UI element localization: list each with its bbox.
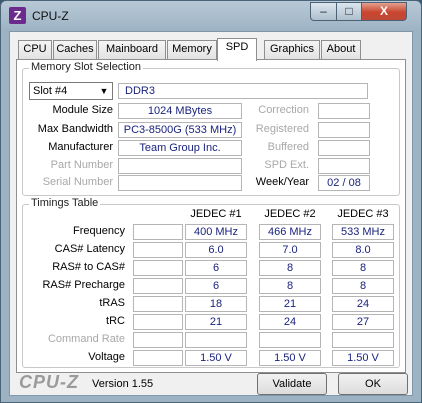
timing-blank-cell — [133, 278, 183, 294]
timing-value-cell — [185, 332, 247, 348]
timing-value-cell: 24 — [332, 296, 394, 312]
week-year-label: Week/Year — [255, 176, 309, 188]
registered-value — [318, 122, 370, 138]
timing-value-cell: 18 — [185, 296, 247, 312]
validate-button[interactable]: Validate — [257, 373, 327, 395]
timing-value-cell: 8.0 — [332, 242, 394, 258]
memory-slot-legend: Memory Slot Selection — [29, 61, 144, 73]
timing-value-cell: 7.0 — [259, 242, 321, 258]
timings-legend: Timings Table — [29, 197, 101, 209]
timing-value-cell: 6 — [185, 278, 247, 294]
buffered-value — [318, 140, 370, 156]
registered-label: Registered — [255, 123, 309, 135]
part-number-label: Part Number — [50, 159, 113, 171]
timing-value-cell: 466 MHz — [259, 224, 321, 240]
column-header: JEDEC #3 — [337, 208, 389, 220]
timing-blank-cell — [133, 260, 183, 276]
max-bandwidth-label: Max Bandwidth — [37, 123, 113, 135]
timing-blank-cell — [133, 224, 183, 240]
version-label: Version 1.55 — [92, 378, 154, 390]
spd-ext-value — [318, 158, 370, 174]
module-size-value: 1024 MBytes — [118, 103, 242, 119]
serial-number-value — [118, 175, 242, 191]
tab-cpu[interactable]: CPU — [18, 40, 52, 59]
timing-blank-cell — [133, 296, 183, 312]
timing-row-label: RAS# Precharge — [42, 279, 125, 291]
column-header: JEDEC #1 — [190, 208, 242, 220]
tab-memory[interactable]: Memory — [167, 40, 217, 59]
timing-blank-cell — [133, 332, 183, 348]
correction-label: Correction — [258, 104, 309, 116]
timing-value-cell: 533 MHz — [332, 224, 394, 240]
timing-value-cell: 8 — [259, 278, 321, 294]
slot-select-value: Slot #4 — [33, 85, 68, 97]
max-bandwidth-value: PC3-8500G (533 MHz) — [118, 122, 242, 138]
part-number-value — [118, 158, 242, 174]
cpuz-logo: CPU-Z — [19, 372, 79, 392]
timing-value-cell: 8 — [332, 260, 394, 276]
tab-mainboard[interactable]: Mainboard — [98, 40, 166, 59]
spd-ext-label: SPD Ext. — [264, 159, 309, 171]
memory-slot-group: Memory Slot Selection Slot #4 ▼ DDR3 Mod… — [22, 61, 400, 196]
maximize-button[interactable]: □ — [336, 2, 362, 21]
timing-row-label: Voltage — [88, 351, 125, 363]
timing-value-cell: 8 — [332, 278, 394, 294]
slot-select[interactable]: Slot #4 ▼ — [29, 82, 113, 100]
timing-row-label: Command Rate — [47, 333, 125, 345]
timing-value-cell — [259, 332, 321, 348]
cpuz-window: Z CPU-Z – □ X CPU Caches Mainboard Memor… — [0, 0, 422, 403]
title-bar[interactable]: Z CPU-Z – □ X — [1, 1, 421, 31]
timing-row-label: tRAS — [99, 297, 125, 309]
window-title: CPU-Z — [32, 9, 69, 23]
timing-row-label: RAS# to CAS# — [52, 261, 125, 273]
timing-row-label: tRC — [106, 315, 125, 327]
tab-about[interactable]: About — [321, 40, 361, 59]
timings-group: Timings Table JEDEC #1 JEDEC #2 JEDEC #3… — [22, 197, 400, 368]
timing-value-cell: 27 — [332, 314, 394, 330]
timing-value-cell: 21 — [259, 296, 321, 312]
timing-value-cell: 6.0 — [185, 242, 247, 258]
timing-blank-cell — [133, 242, 183, 258]
week-year-value: 02 / 08 — [318, 175, 370, 191]
tab-spd[interactable]: SPD — [217, 38, 257, 61]
cpuz-app-icon: Z — [9, 7, 26, 24]
tab-caches[interactable]: Caches — [53, 40, 97, 59]
client-area: CPU Caches Mainboard Memory SPD Graphics… — [9, 31, 413, 396]
memory-type-field — [118, 83, 368, 99]
serial-number-label: Serial Number — [42, 176, 113, 188]
module-size-label: Module Size — [52, 104, 113, 116]
timing-blank-cell — [133, 314, 183, 330]
timing-value-cell: 8 — [259, 260, 321, 276]
manufacturer-value: Team Group Inc. — [118, 140, 242, 156]
timing-value-cell: 400 MHz — [185, 224, 247, 240]
timing-value-cell: 6 — [185, 260, 247, 276]
spd-panel: Memory Slot Selection Slot #4 ▼ DDR3 Mod… — [16, 59, 406, 373]
timing-row-label: CAS# Latency — [54, 243, 125, 255]
close-button[interactable]: X — [361, 2, 407, 21]
timing-row-label: Frequency — [73, 225, 125, 237]
timing-value-cell — [332, 332, 394, 348]
timing-value-cell: 1.50 V — [259, 350, 321, 366]
minimize-button[interactable]: – — [310, 2, 337, 21]
manufacturer-label: Manufacturer — [48, 141, 113, 153]
ok-button[interactable]: OK — [338, 373, 408, 395]
timing-value-cell: 1.50 V — [185, 350, 247, 366]
chevron-down-icon[interactable]: ▼ — [96, 83, 112, 99]
tab-graphics[interactable]: Graphics — [264, 40, 320, 59]
correction-value — [318, 103, 370, 119]
memory-type-value: DDR3 — [125, 85, 155, 97]
timing-value-cell: 21 — [185, 314, 247, 330]
buffered-label: Buffered — [267, 141, 309, 153]
timing-blank-cell — [133, 350, 183, 366]
timing-value-cell: 1.50 V — [332, 350, 394, 366]
column-header: JEDEC #2 — [264, 208, 316, 220]
timing-value-cell: 24 — [259, 314, 321, 330]
